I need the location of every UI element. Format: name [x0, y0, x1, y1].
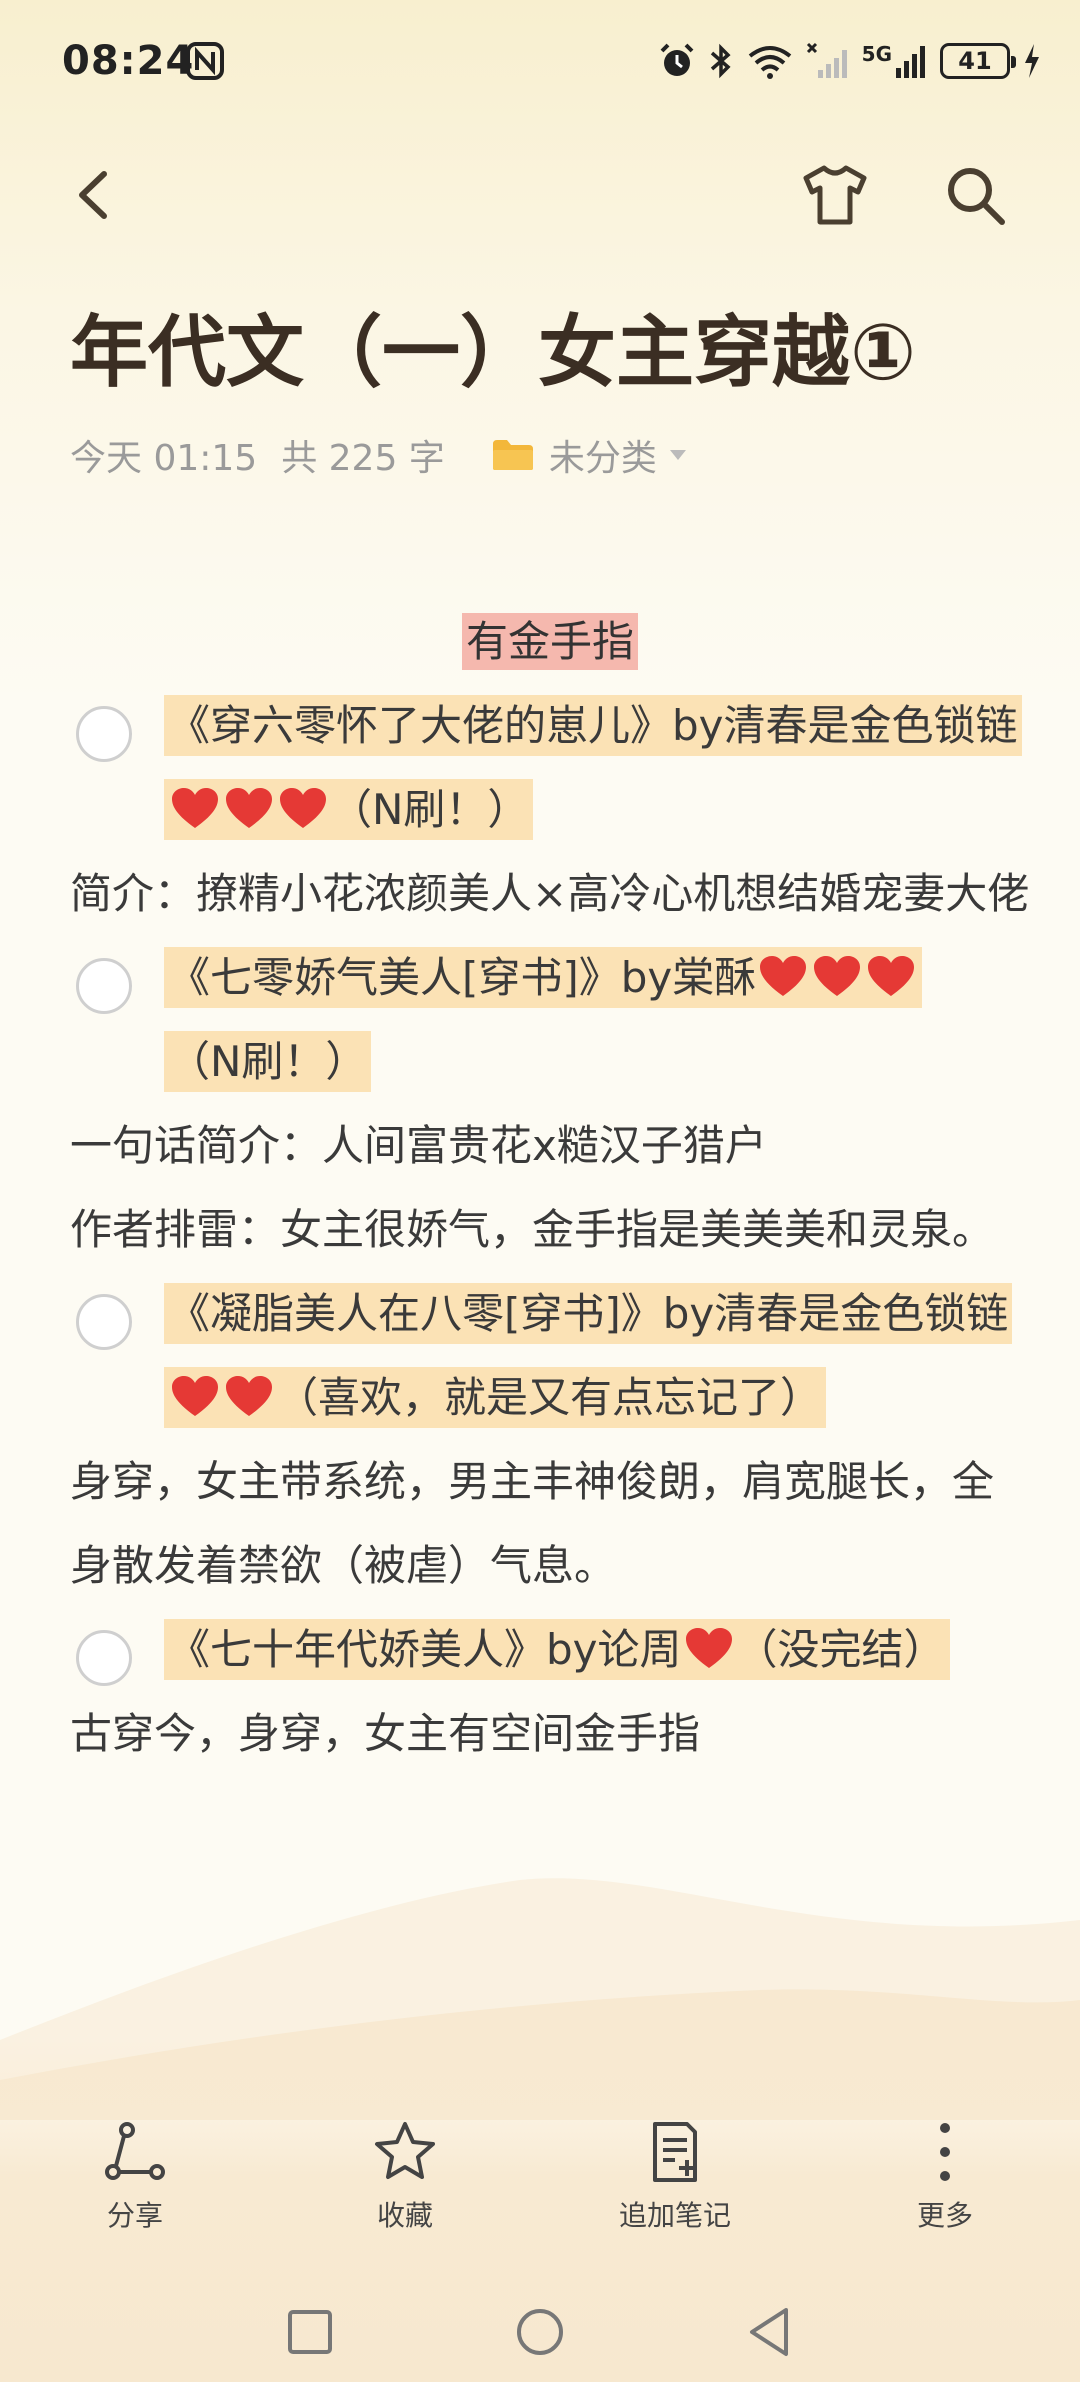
book-note: （喜欢，就是又有点忘记了） — [276, 1373, 823, 1422]
note-title[interactable]: 年代文（一）女主穿越① — [70, 290, 1050, 402]
heart-icon — [172, 1376, 218, 1416]
book-title: 《穿六零怀了大佬的崽儿》by清春是金色锁链 — [168, 701, 1018, 750]
section-heading: 有金手指 — [70, 600, 1030, 684]
todo-text[interactable]: 《凝脂美人在八零[穿书]》by清春是金色锁链 （喜欢，就是又有点忘记了） — [164, 1283, 1013, 1428]
status-bar: 08:24 5G 41 — [0, 0, 1080, 120]
heart-icon — [172, 788, 218, 828]
bluetooth-icon — [710, 43, 731, 79]
book-note: （没完结） — [735, 1625, 946, 1674]
system-navigation-bar — [0, 2282, 1080, 2382]
book-description: 身穿，女主带系统，男主丰神俊朗，肩宽腿长，全身散发着禁欲（被虐）气息。 — [70, 1457, 995, 1590]
theme-shirt-icon[interactable] — [800, 160, 870, 230]
todo-checkbox[interactable] — [76, 706, 132, 762]
status-icons: 5G 41 — [658, 38, 1042, 84]
back-nav-icon[interactable] — [740, 2302, 800, 2362]
status-time: 08:24 — [62, 38, 195, 84]
dropdown-caret-icon[interactable] — [669, 449, 687, 461]
append-note-button[interactable]: 追加笔记 — [585, 2105, 765, 2245]
signal-strong-icon — [896, 46, 925, 78]
home-icon[interactable] — [510, 2302, 570, 2362]
book-title: 《凝脂美人在八零[穿书]》by清春是金色锁链 — [168, 1289, 1009, 1338]
todo-item: 《七零娇气美人[穿书]》by棠酥 （N刷！） — [70, 936, 1030, 1104]
wifi-icon — [748, 46, 791, 79]
network-label: 5G — [861, 42, 892, 66]
nfc-icon — [186, 42, 224, 80]
star-icon — [375, 2122, 435, 2179]
heart-icon — [226, 1376, 272, 1416]
more-vertical-icon — [940, 2123, 950, 2181]
book-title: 《七零娇气美人[穿书]》by棠酥 — [168, 953, 757, 1002]
heart-icon — [280, 788, 326, 828]
note-date: 今天 01:15 — [70, 438, 258, 479]
more-label: 更多 — [916, 2199, 973, 2232]
todo-checkbox[interactable] — [76, 958, 132, 1014]
signal-weak-icon — [806, 42, 847, 78]
alarm-icon — [660, 43, 694, 76]
share-button[interactable]: 分享 — [45, 2105, 225, 2245]
todo-text[interactable]: 《穿六零怀了大佬的崽儿》by清春是金色锁链 （N刷！） — [164, 695, 1022, 840]
book-note: （N刷！） — [330, 785, 530, 834]
section-heading-text: 有金手指 — [461, 613, 638, 670]
todo-text[interactable]: 《七十年代娇美人》by论周 （没完结） — [164, 1619, 950, 1680]
search-icon[interactable] — [940, 160, 1010, 230]
note-meta: 今天 01:15 共 225 字 未分类 — [70, 430, 687, 480]
book-title: 《七十年代娇美人》by论周 — [168, 1625, 682, 1674]
folder-label[interactable]: 未分类 — [549, 429, 657, 481]
signal-5g: 5G — [862, 42, 928, 80]
todo-checkbox[interactable] — [76, 1294, 132, 1350]
heart-icon — [868, 956, 915, 996]
share-icon — [105, 2122, 165, 2180]
share-label: 分享 — [106, 2199, 163, 2232]
back-button[interactable] — [66, 160, 122, 230]
todo-text[interactable]: 《七零娇气美人[穿书]》by棠酥 （N刷！） — [164, 947, 923, 1092]
book-description: 一句话简介：人间富贵花x糙汉子猎户 — [70, 1121, 767, 1170]
battery-icon: 41 — [940, 43, 1016, 79]
heart-icon — [226, 788, 272, 828]
more-button[interactable]: 更多 — [855, 2105, 1035, 2245]
note-word-count: 共 225 字 — [281, 438, 445, 479]
note-body[interactable]: 有金手指 《穿六零怀了大佬的崽儿》by清春是金色锁链 （N刷！） 简介：撩精小花浓… — [70, 600, 1030, 1776]
heart-icon — [760, 956, 807, 996]
book-description: 简介：撩精小花浓颜美人×高冷心机想结婚宠妻大佬 — [70, 869, 1030, 918]
append-note-label: 追加笔记 — [618, 2199, 731, 2232]
favorite-label: 收藏 — [376, 2199, 433, 2232]
bottom-toolbar: 分享 收藏 追加笔记 更多 — [0, 2105, 1080, 2245]
todo-item: 《七十年代娇美人》by论周 （没完结） — [70, 1608, 1030, 1692]
recent-apps-icon[interactable] — [280, 2302, 340, 2362]
todo-checkbox[interactable] — [76, 1630, 132, 1686]
heart-icon — [685, 1628, 732, 1668]
heart-icon — [814, 956, 861, 996]
book-warning: 作者排雷：女主很娇气，金手指是美美美和灵泉。 — [70, 1205, 995, 1254]
add-note-icon — [653, 2122, 697, 2182]
battery-level: 41 — [958, 47, 992, 75]
folder-icon[interactable] — [491, 438, 535, 472]
todo-item: 《穿六零怀了大佬的崽儿》by清春是金色锁链 （N刷！） — [70, 684, 1030, 852]
todo-item: 《凝脂美人在八零[穿书]》by清春是金色锁链 （喜欢，就是又有点忘记了） — [70, 1272, 1030, 1440]
charging-icon — [1025, 44, 1039, 78]
book-note: （N刷！） — [168, 1037, 368, 1086]
favorite-button[interactable]: 收藏 — [315, 2105, 495, 2245]
book-description: 古穿今，身穿，女主有空间金手指 — [70, 1709, 701, 1758]
